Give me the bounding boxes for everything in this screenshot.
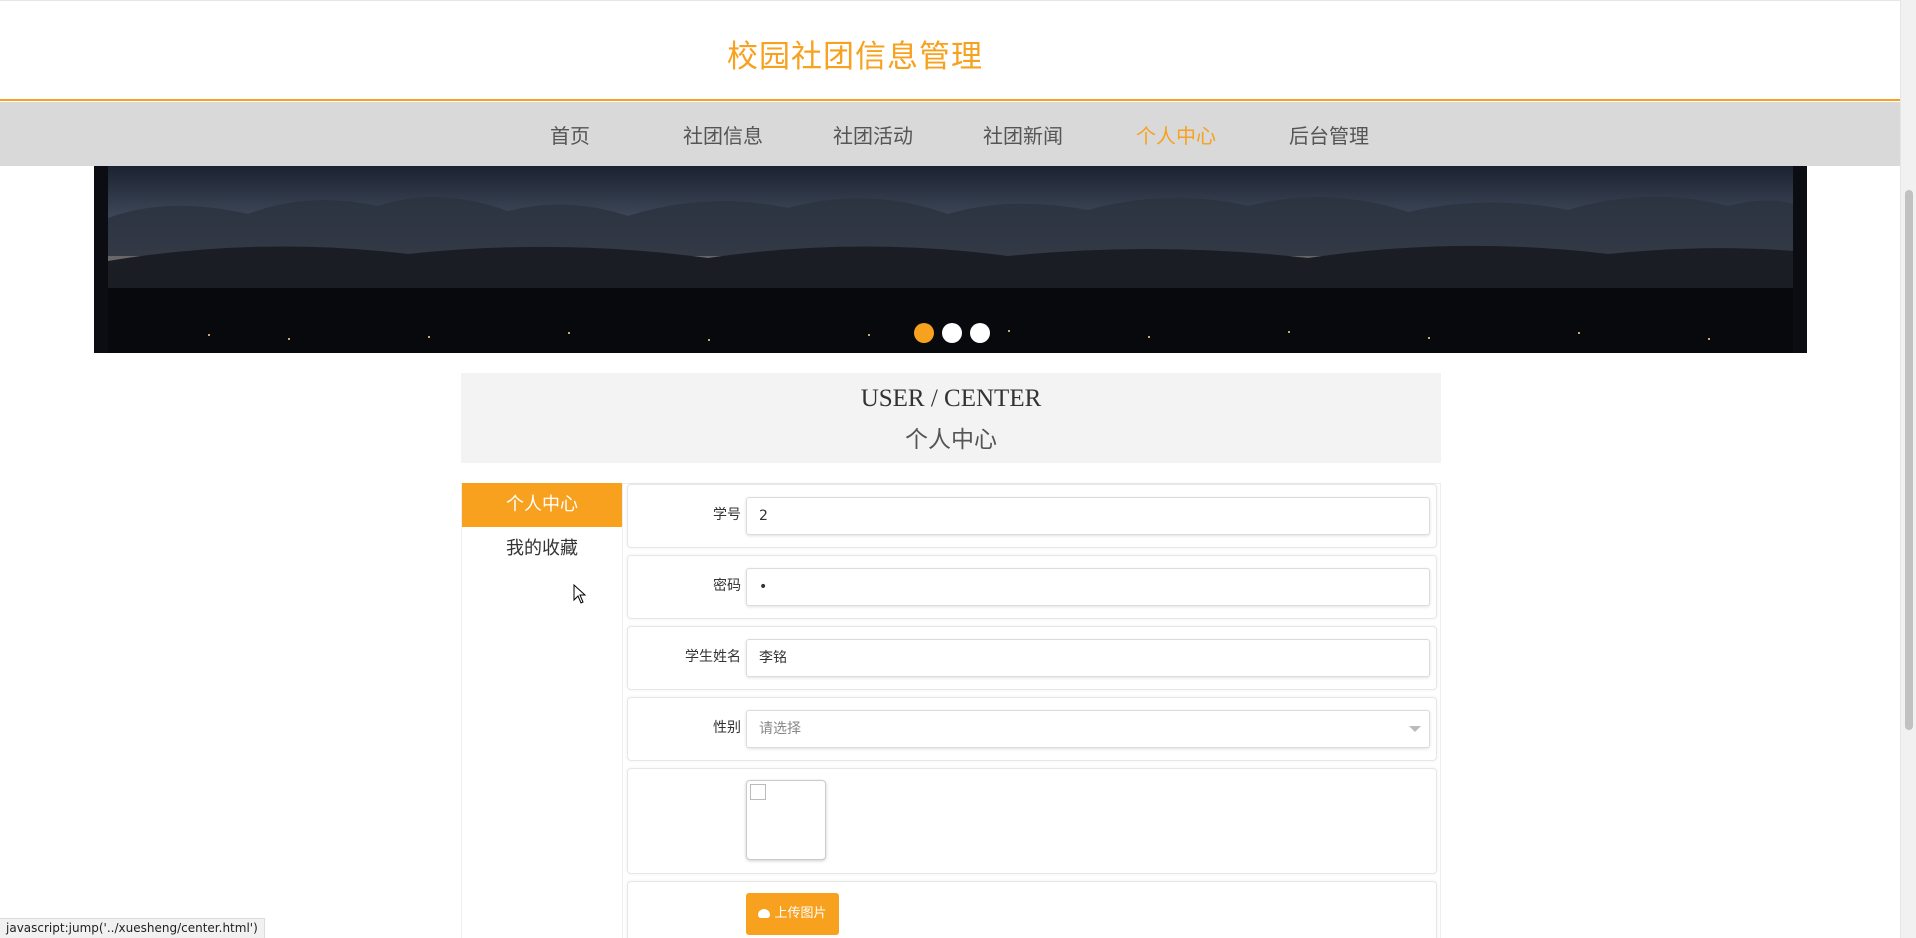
carousel-dot-1[interactable]: [914, 323, 934, 343]
nav-item-club-activities[interactable]: 社团活动: [833, 120, 913, 149]
nav-item-admin[interactable]: 后台管理: [1289, 120, 1369, 149]
section-title-en: USER / CENTER: [860, 385, 1042, 412]
carousel-dot-2[interactable]: [942, 323, 962, 343]
password-input[interactable]: •: [746, 568, 1430, 606]
gender-select-value: 请选择: [759, 721, 801, 737]
nav-item-home[interactable]: 首页: [550, 120, 590, 149]
student-id-label: 学号: [713, 507, 741, 523]
password-label: 密码: [713, 578, 741, 594]
student-id-input[interactable]: 2: [746, 497, 1430, 535]
chevron-down-icon: [1409, 726, 1421, 732]
form-row-password: 密码 •: [627, 555, 1437, 619]
form-row-name: 学生姓名 李铭: [627, 626, 1437, 690]
main-nav: 首页 社团信息 社团活动 社团新闻 个人中心 后台管理: [0, 102, 1900, 166]
gender-label: 性别: [713, 720, 741, 736]
upload-image-label: 上传图片: [774, 906, 827, 921]
site-header: 校园社团信息管理: [0, 0, 1900, 101]
cloud-upload-icon: [758, 909, 771, 918]
scrollbar-thumb[interactable]: [1905, 190, 1913, 730]
upload-image-button[interactable]: 上传图片: [746, 893, 839, 935]
nav-item-club-news[interactable]: 社团新闻: [983, 120, 1063, 149]
banner-carousel[interactable]: [94, 166, 1807, 353]
form-row-gender: 性别 请选择: [627, 697, 1437, 761]
section-heading: USER / CENTER 个人中心: [461, 373, 1441, 463]
name-label: 学生姓名: [685, 649, 741, 665]
name-input[interactable]: 李铭: [746, 639, 1430, 677]
mouse-cursor-icon: [573, 584, 587, 604]
gender-select[interactable]: 请选择: [746, 710, 1430, 748]
site-title[interactable]: 校园社团信息管理: [727, 31, 983, 76]
sidebar-item-favorites[interactable]: 我的收藏: [462, 527, 622, 571]
carousel-dot-3[interactable]: [970, 323, 990, 343]
avatar-image: [746, 780, 826, 860]
browser-status-bar: javascript:jump('../xuesheng/center.html…: [0, 918, 265, 938]
page-scrollbar[interactable]: [1900, 0, 1916, 938]
profile-form: 学号 2 密码 • 学生姓名 李铭 性别 请选择 上传图片: [622, 483, 1441, 938]
section-title-zh: 个人中心: [905, 427, 997, 453]
form-row-avatar: [627, 768, 1437, 874]
form-row-student-id: 学号 2: [627, 484, 1437, 548]
form-row-upload: 上传图片: [627, 881, 1437, 938]
sidebar-item-personal-center[interactable]: 个人中心: [462, 483, 622, 527]
sidebar: 个人中心 我的收藏: [461, 483, 622, 938]
nav-item-club-info[interactable]: 社团信息: [683, 120, 763, 149]
nav-item-personal-center[interactable]: 个人中心: [1136, 120, 1216, 149]
broken-image-icon: [750, 784, 766, 800]
carousel-dots: [914, 323, 990, 343]
page: 校园社团信息管理 首页 社团信息 社团活动 社团新闻 个人中心 后台管理 USE…: [0, 0, 1916, 938]
